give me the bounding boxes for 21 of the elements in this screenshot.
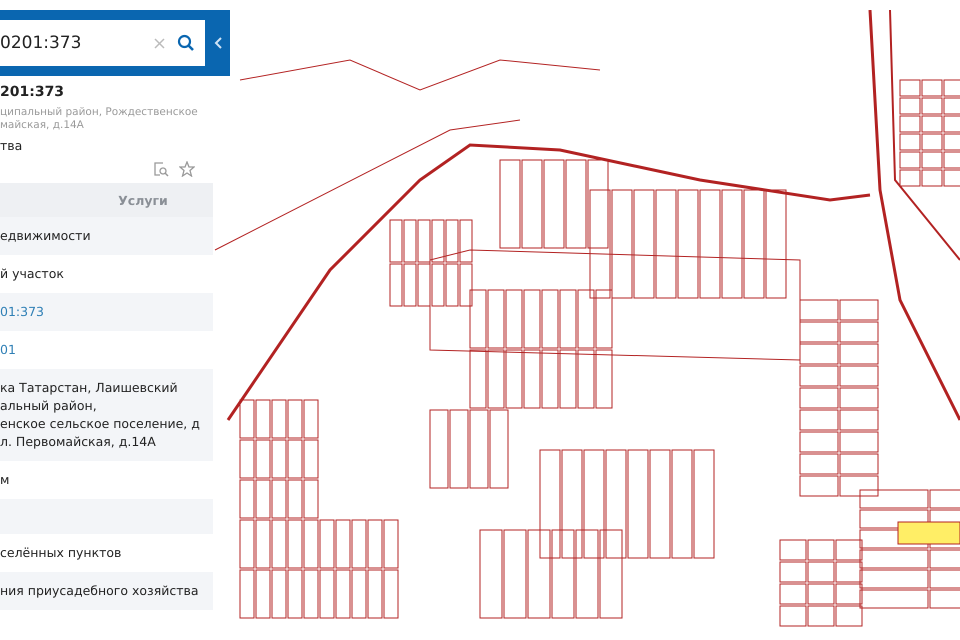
- search-field[interactable]: 0201:373: [0, 20, 205, 66]
- property-value: енское сельское поселение, д: [0, 415, 201, 433]
- parcel-address: майская, д.14А: [0, 119, 85, 132]
- property-value: едвижимости: [0, 227, 92, 245]
- parcel-address: ципальный район, Рождественское: [0, 106, 199, 119]
- parcel-number: 201:373: [0, 84, 66, 100]
- clear-icon[interactable]: [154, 38, 165, 48]
- property-value: й участок: [0, 265, 65, 283]
- chevron-left-icon: [214, 37, 222, 49]
- property-value: селённых пунктов: [0, 544, 122, 562]
- property-value: м: [0, 471, 10, 489]
- parcel-category: тва: [0, 138, 24, 153]
- search-input[interactable]: 0201:373: [0, 33, 154, 53]
- find-document-icon[interactable]: [153, 161, 169, 177]
- property-value: ния приусадебного хозяйства: [0, 582, 200, 600]
- property-link[interactable]: 01: [0, 341, 213, 359]
- search-icon[interactable]: [177, 34, 195, 52]
- star-icon[interactable]: [179, 161, 195, 177]
- property-value: л. Первомайская, д.14А: [0, 433, 157, 451]
- property-value: альный район,: [0, 397, 98, 415]
- property-value: ка Татарстан, Лаишевский: [0, 379, 179, 397]
